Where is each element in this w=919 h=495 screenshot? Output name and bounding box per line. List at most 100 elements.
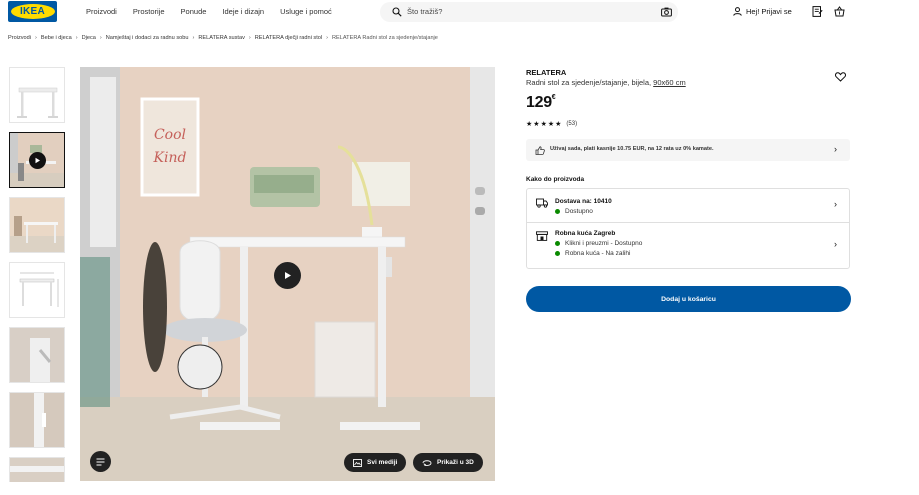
store-status-1-text: Klikni i preuzmi - Dostupno xyxy=(565,240,643,247)
search-input[interactable]: Što tražiš? xyxy=(407,7,442,16)
chevron-right-icon: › xyxy=(248,35,251,41)
thumbnail-6[interactable] xyxy=(9,392,65,448)
chevron-right-icon: › xyxy=(834,199,837,209)
nav-item-ideje[interactable]: Ideje i dizajn xyxy=(222,7,264,16)
star-icon: ★ xyxy=(526,121,533,128)
nav-item-prostorije[interactable]: Prostorije xyxy=(133,7,165,16)
desk-detail-image xyxy=(10,458,64,482)
3d-rotate-icon xyxy=(422,459,432,466)
desk-product-image xyxy=(17,87,58,118)
availability-dot xyxy=(555,251,560,256)
list-icon xyxy=(96,458,105,465)
login-link[interactable]: Hej! Prijavi se xyxy=(733,7,792,16)
breadcrumb-item[interactable]: Djeca xyxy=(82,35,96,41)
product-description-text: Radni stol za sjedenje/stajanje, bijela, xyxy=(526,78,652,87)
delivery-title: Dostava na: 10410 xyxy=(555,198,612,205)
delivery-status: Dostupno xyxy=(555,208,593,215)
availability-dot xyxy=(555,209,560,214)
view-3d-button[interactable]: Prikaži u 3D xyxy=(413,453,483,472)
thumbnail-2-video[interactable] xyxy=(9,132,65,188)
thumbnail-1[interactable] xyxy=(9,67,65,123)
store-status-2: Robna kuća - Na zalihi xyxy=(555,250,630,257)
star-icon: ★ xyxy=(547,121,555,128)
breadcrumb-item[interactable]: RELATERA sustav xyxy=(198,35,245,41)
store-status-2-text: Robna kuća - Na zalihi xyxy=(565,250,631,257)
store-title: Robna kuća Zagreb xyxy=(555,230,616,237)
rating[interactable]: ★ ★ ★ ★ ★ (53) xyxy=(526,120,577,128)
image-menu-button[interactable] xyxy=(90,451,111,472)
breadcrumb-item[interactable]: Bebe i djeca xyxy=(41,35,72,41)
nav-item-proizvodi[interactable]: Proizvodi xyxy=(86,7,117,16)
play-icon xyxy=(29,152,46,169)
price-value: 129 xyxy=(526,94,552,111)
shopping-list-icon[interactable] xyxy=(812,6,823,17)
chevron-right-icon: › xyxy=(75,35,78,41)
cart-icon[interactable] xyxy=(834,6,845,17)
user-icon xyxy=(733,7,742,16)
product-description: Radni stol za sjedenje/stajanje, bijela,… xyxy=(526,78,686,87)
logo-text: IKEA xyxy=(19,6,46,17)
chevron-right-icon: › xyxy=(99,35,102,41)
thumbnail-4[interactable] xyxy=(9,262,65,318)
view-3d-label: Prikaži u 3D xyxy=(437,459,474,466)
svg-text:Kind: Kind xyxy=(153,150,187,166)
breadcrumb-item[interactable]: Proizvodi xyxy=(8,35,31,41)
room-scene-image xyxy=(10,198,64,252)
add-to-cart-button[interactable]: Dodaj u košaricu xyxy=(526,286,851,312)
store-status-1: Klikni i preuzmi - Dostupno xyxy=(555,240,642,247)
financing-banner[interactable]: Uživaj sada, plati kasnije 10.75 EUR, na… xyxy=(526,139,850,161)
thumbnail-3[interactable] xyxy=(9,197,65,253)
all-media-button[interactable]: Svi mediji xyxy=(344,453,407,472)
media-icon xyxy=(353,458,362,467)
star-icon: ★ xyxy=(533,121,540,128)
product-size-link[interactable]: 90x60 cm xyxy=(653,78,686,87)
camera-icon[interactable] xyxy=(661,7,672,17)
store-icon xyxy=(536,231,548,241)
nav-item-ponude[interactable]: Ponude xyxy=(181,7,207,16)
delivery-options: Dostava na: 10410 Dostupno › Robna kuća … xyxy=(526,188,850,269)
nav-item-usluge[interactable]: Usluge i pomoć xyxy=(280,7,332,16)
svg-text:Cool: Cool xyxy=(154,127,186,143)
ikea-logo[interactable]: IKEA xyxy=(8,1,57,22)
thumbnail-list xyxy=(9,67,65,482)
truck-icon xyxy=(536,198,548,208)
main-nav: Proizvodi Prostorije Ponude Ideje i diza… xyxy=(86,7,348,16)
delivery-option[interactable]: Dostava na: 10410 Dostupno › xyxy=(527,189,849,223)
availability-dot xyxy=(555,241,560,246)
dimensions-image xyxy=(19,272,59,307)
all-media-label: Svi mediji xyxy=(367,459,398,466)
breadcrumb-item[interactable]: RELATERA dječji radni stol xyxy=(255,35,322,41)
product-name: RELATERA xyxy=(526,68,567,77)
play-icon xyxy=(285,272,291,279)
thumbnail-5[interactable] xyxy=(9,327,65,383)
financing-text: Uživaj sada, plati kasnije 10.75 EUR, na… xyxy=(550,146,714,152)
login-label: Hej! Prijavi se xyxy=(746,7,792,16)
breadcrumb-current: RELATERA Radni stol za sjedenje/stajanje xyxy=(331,35,438,41)
star-icon: ★ xyxy=(540,121,547,128)
search-icon xyxy=(392,7,402,17)
play-video-button[interactable] xyxy=(274,262,301,289)
search-bar[interactable]: Što tražiš? xyxy=(380,2,678,22)
product-price: 129€ xyxy=(526,93,556,112)
thumbs-up-icon xyxy=(535,146,545,155)
main-product-image[interactable]: Cool Kind Svi mediji Prikaži u 3D xyxy=(80,67,495,481)
breadcrumb: Proizvodi › Bebe i djeca › Djeca › Namješta… xyxy=(8,35,438,41)
site-header: IKEA Proizvodi Prostorije Ponude Ideje i… xyxy=(0,0,919,26)
price-currency: € xyxy=(551,93,556,101)
delivery-status-text: Dostupno xyxy=(565,208,593,215)
breadcrumb-item[interactable]: Namještaj i dodaci za radnu sobu xyxy=(106,35,189,41)
add-to-cart-label: Dodaj u košaricu xyxy=(661,295,716,303)
review-count: (53) xyxy=(566,121,578,127)
leg-detail-image xyxy=(10,393,64,447)
chevron-right-icon: › xyxy=(834,239,837,249)
thumbnail-7[interactable] xyxy=(9,457,65,482)
chevron-right-icon: › xyxy=(326,35,328,41)
crank-detail-image xyxy=(10,328,64,382)
star-icon: ★ xyxy=(555,121,562,128)
chevron-right-icon: › xyxy=(35,35,37,41)
chevron-right-icon: › xyxy=(192,35,195,41)
chevron-right-icon: › xyxy=(834,144,837,154)
store-option[interactable]: Robna kuća Zagreb Klikni i preuzmi - Dos… xyxy=(527,223,849,269)
delivery-section-title: Kako do proizvoda xyxy=(526,176,585,183)
heart-icon[interactable] xyxy=(835,72,846,82)
